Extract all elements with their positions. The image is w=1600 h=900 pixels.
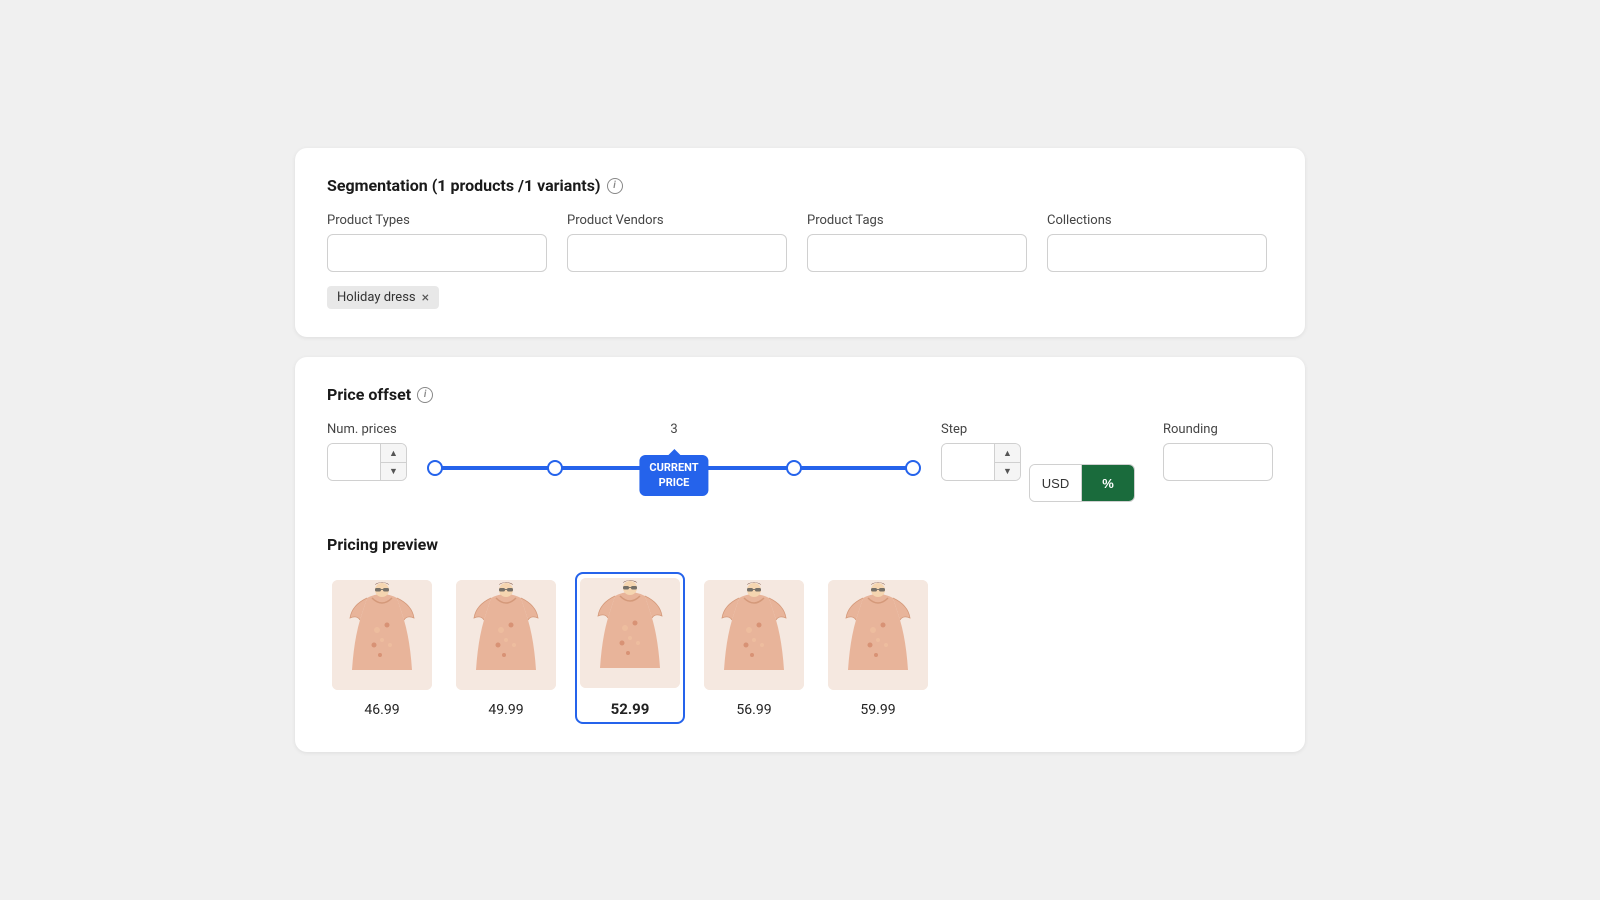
- slider-track-container[interactable]: CURRENTPRICE: [435, 449, 913, 487]
- usd-pct-buttons: USD %: [1029, 464, 1135, 502]
- step-spinner: 6 ▲ ▼: [941, 443, 1021, 481]
- step-input[interactable]: 6: [942, 444, 994, 480]
- product-price: 56.99: [736, 702, 771, 718]
- segmentation-fields-row: Product Types Product Vendors Product Ta…: [327, 213, 1273, 272]
- pct-button[interactable]: %: [1082, 465, 1134, 501]
- product-image: [456, 580, 556, 694]
- num-prices-group: Num. prices 5 ▲ ▼: [327, 422, 407, 481]
- price-offset-title: Price offset i: [327, 385, 1273, 404]
- step-label: Step: [941, 422, 1135, 437]
- product-card[interactable]: 59.99: [823, 574, 933, 724]
- slider-dot-0[interactable]: [427, 460, 443, 476]
- product-vendors-group: Product Vendors: [567, 213, 787, 272]
- collections-input[interactable]: [1047, 234, 1267, 272]
- product-price: 46.99: [364, 702, 399, 718]
- pricing-preview-title: Pricing preview: [327, 535, 1273, 554]
- usd-pct-group: USD %: [1029, 443, 1135, 502]
- holiday-dress-tag: Holiday dress ×: [327, 286, 439, 309]
- slider-track: CURRENTPRICE: [435, 466, 913, 470]
- product-vendors-label: Product Vendors: [567, 213, 787, 228]
- slider-value: 3: [670, 422, 677, 437]
- current-price-tooltip: CURRENTPRICE: [639, 455, 708, 496]
- rounding-group: Rounding 0.99: [1163, 422, 1273, 481]
- step-group: Step 6 ▲ ▼ USD %: [941, 422, 1135, 502]
- product-card[interactable]: 56.99: [699, 574, 809, 724]
- usd-pct-spacer: [1029, 443, 1135, 458]
- product-card[interactable]: 52.99: [575, 572, 685, 724]
- num-prices-decrement[interactable]: ▼: [381, 463, 406, 481]
- pricing-preview-section: Pricing preview 46.99: [327, 535, 1273, 724]
- rounding-label: Rounding: [1163, 422, 1273, 437]
- slider-value-label: 3: [435, 422, 913, 437]
- product-types-label: Product Types: [327, 213, 547, 228]
- num-prices-spinner: 5 ▲ ▼: [327, 443, 407, 481]
- step-spinners: ▲ ▼: [994, 444, 1020, 480]
- price-offset-info-icon[interactable]: i: [417, 387, 433, 403]
- slider-dot-3[interactable]: [786, 460, 802, 476]
- segmentation-info-icon[interactable]: i: [607, 178, 623, 194]
- product-types-group: Product Types: [327, 213, 547, 272]
- step-increment[interactable]: ▲: [995, 444, 1020, 463]
- tag-label: Holiday dress: [337, 290, 416, 305]
- usd-button[interactable]: USD: [1030, 465, 1082, 501]
- product-image: [704, 580, 804, 694]
- collections-label: Collections: [1047, 213, 1267, 228]
- product-tags-input[interactable]: [807, 234, 1027, 272]
- price-offset-card: Price offset i Num. prices 5 ▲ ▼ 3: [295, 357, 1305, 752]
- tag-remove-button[interactable]: ×: [422, 291, 429, 305]
- product-types-input[interactable]: [327, 234, 547, 272]
- num-prices-spinners: ▲ ▼: [380, 444, 406, 480]
- price-offset-title-text: Price offset: [327, 385, 411, 404]
- slider-dot-4[interactable]: [905, 460, 921, 476]
- collections-group: Collections: [1047, 213, 1267, 272]
- product-cards-row: 46.99 49.99: [327, 572, 1273, 724]
- segmentation-title: Segmentation (1 products /1 variants) i: [327, 176, 1273, 195]
- product-image: [332, 580, 432, 694]
- tags-row: Holiday dress ×: [327, 286, 1273, 309]
- product-card[interactable]: 49.99: [451, 574, 561, 724]
- segmentation-title-text: Segmentation (1 products /1 variants): [327, 176, 601, 195]
- product-card[interactable]: 46.99: [327, 574, 437, 724]
- slider-area: 3 CURRENTPRICE: [435, 422, 913, 507]
- price-offset-controls: Num. prices 5 ▲ ▼ 3: [327, 422, 1273, 507]
- num-prices-input[interactable]: 5: [328, 444, 380, 480]
- main-container: Segmentation (1 products /1 variants) i …: [295, 148, 1305, 752]
- segmentation-card: Segmentation (1 products /1 variants) i …: [295, 148, 1305, 337]
- product-price: 59.99: [860, 702, 895, 718]
- product-price: 49.99: [488, 702, 523, 718]
- product-vendors-input[interactable]: [567, 234, 787, 272]
- rounding-input[interactable]: 0.99: [1163, 443, 1273, 481]
- product-tags-group: Product Tags: [807, 213, 1027, 272]
- slider-dot-1[interactable]: [547, 460, 563, 476]
- product-tags-label: Product Tags: [807, 213, 1027, 228]
- num-prices-increment[interactable]: ▲: [381, 444, 406, 463]
- step-decrement[interactable]: ▼: [995, 463, 1020, 481]
- product-image: [580, 578, 680, 692]
- product-price: 52.99: [611, 700, 650, 718]
- step-controls: 6 ▲ ▼ USD %: [941, 443, 1135, 502]
- num-prices-label: Num. prices: [327, 422, 407, 437]
- product-image: [828, 580, 928, 694]
